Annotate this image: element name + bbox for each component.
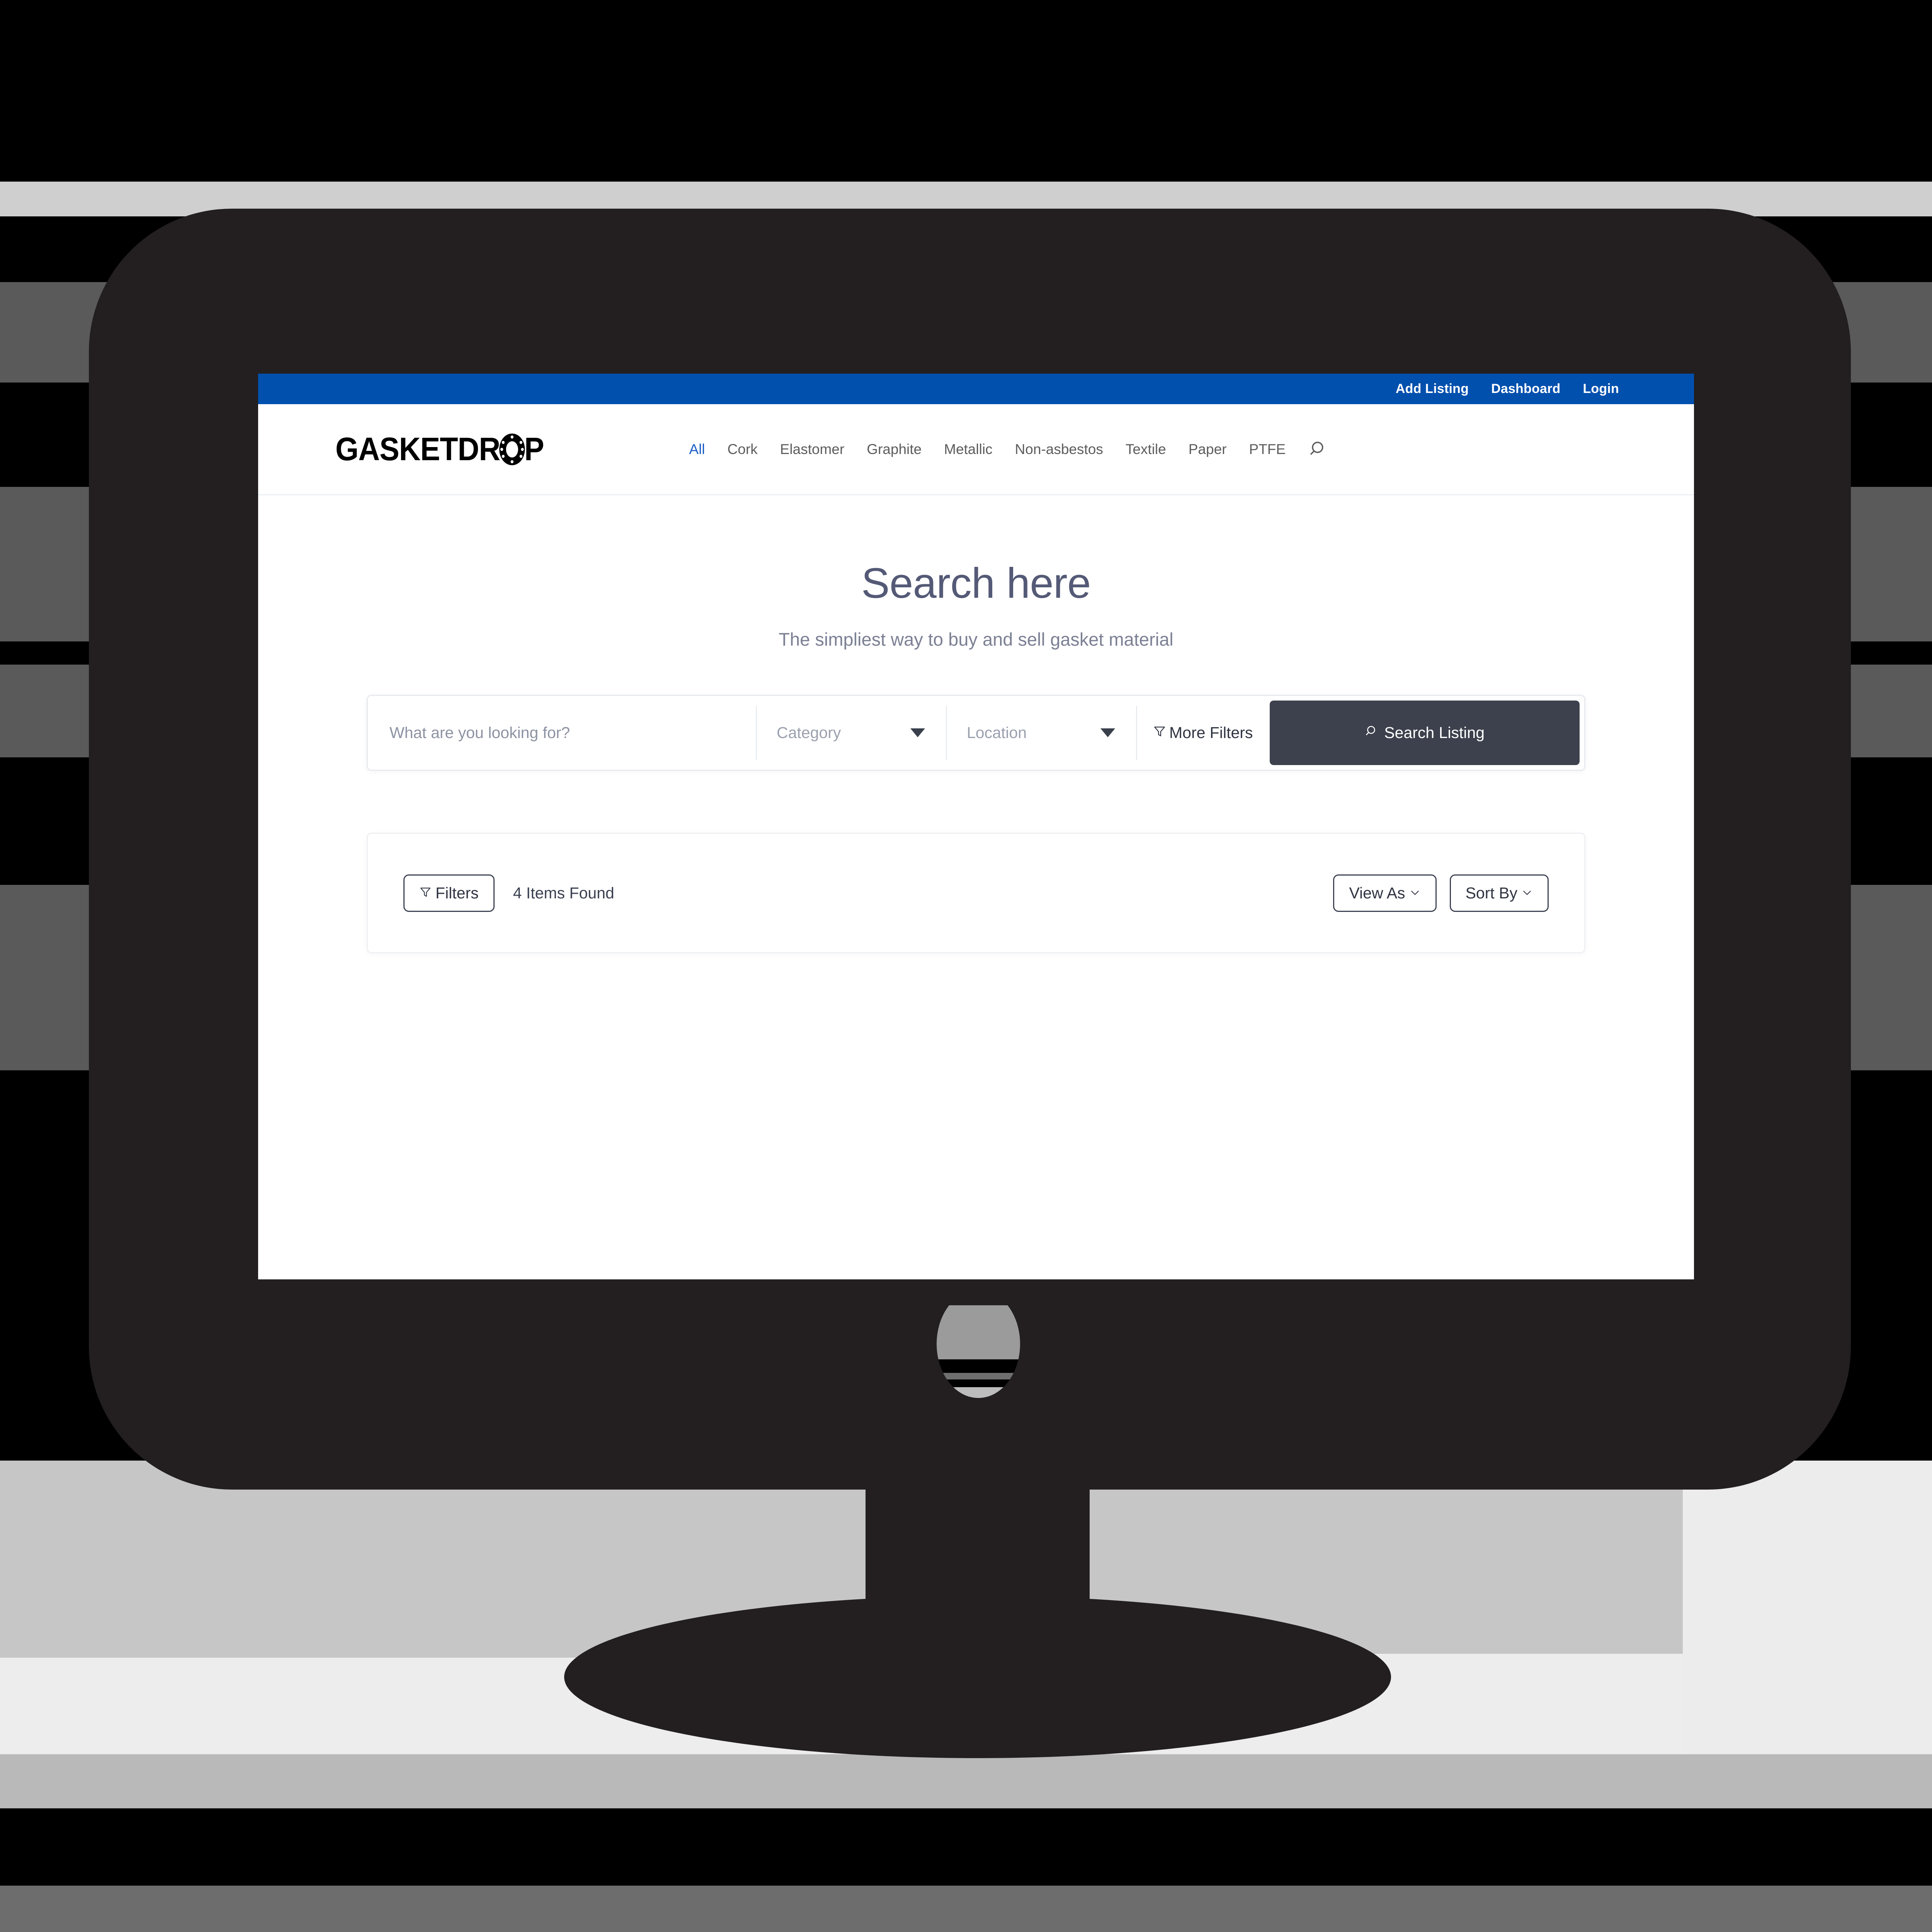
search-input[interactable]	[389, 723, 735, 742]
sort-by-label: Sort By	[1465, 884, 1517, 902]
nav-item-elastomer[interactable]: Elastomer	[769, 441, 856, 457]
backdrop-band	[0, 0, 1932, 182]
category-select-label: Category	[777, 724, 841, 742]
nav-item-non-asbestos[interactable]: Non-asbestos	[1004, 441, 1114, 457]
view-as-label: View As	[1349, 884, 1405, 902]
nav-item-graphite[interactable]: Graphite	[855, 441, 933, 457]
hero-section: Search here The simpliest way to buy and…	[258, 495, 1694, 650]
logo-text-p: P	[524, 431, 544, 467]
search-widget: Category Location More Filters	[367, 695, 1585, 771]
login-link[interactable]: Login	[1583, 381, 1619, 396]
header-search-icon[interactable]	[1309, 440, 1328, 459]
monitor-webcam-badge	[928, 1286, 1029, 1402]
logo-text-gasketdr: GASKETDR	[335, 431, 500, 467]
search-listing-button[interactable]: Search Listing	[1270, 701, 1580, 765]
monitor-screen: Add Listing Dashboard Login GASKETDR P A…	[258, 374, 1694, 1279]
nav-item-all[interactable]: All	[678, 441, 716, 457]
backdrop-band	[0, 1754, 1932, 1808]
chevron-down-icon	[910, 728, 925, 737]
sort-by-button[interactable]: Sort By	[1449, 874, 1549, 912]
site-logo[interactable]: GASKETDR P	[335, 430, 544, 468]
nav-item-metallic[interactable]: Metallic	[933, 441, 1003, 457]
chevron-down-icon	[1521, 884, 1533, 902]
view-as-button[interactable]: View As	[1333, 874, 1437, 912]
funnel-icon	[419, 884, 432, 902]
search-icon	[1365, 724, 1379, 742]
keyword-field[interactable]	[368, 696, 756, 770]
nav-item-cork[interactable]: Cork	[716, 441, 769, 457]
results-toolbar-right: View As Sort By	[1333, 874, 1549, 912]
location-select[interactable]: Location	[946, 696, 1136, 770]
nav-item-textile[interactable]: Textile	[1114, 441, 1177, 457]
gasket-flange-icon	[499, 433, 526, 466]
add-listing-link[interactable]: Add Listing	[1396, 381, 1469, 396]
page-title: Search here	[861, 560, 1091, 607]
items-found-count: 4 Items Found	[513, 884, 614, 902]
backdrop-right-panel	[1683, 1461, 1932, 1754]
top-utility-bar: Add Listing Dashboard Login	[258, 374, 1694, 404]
dashboard-link[interactable]: Dashboard	[1491, 381, 1560, 396]
location-select-label: Location	[967, 724, 1027, 742]
more-filters-label: More Filters	[1169, 724, 1253, 742]
page-subtitle: The simpliest way to buy and sell gasket…	[779, 629, 1173, 650]
main-navigation: All Cork Elastomer Graphite Metallic Non…	[678, 440, 1619, 459]
funnel-icon	[1153, 724, 1166, 742]
backdrop-band	[0, 1808, 1932, 1886]
more-filters-button[interactable]: More Filters	[1136, 696, 1270, 770]
backdrop-band	[0, 1886, 1932, 1932]
web-page: Add Listing Dashboard Login GASKETDR P A…	[258, 374, 1694, 1279]
search-listing-label: Search Listing	[1384, 724, 1485, 742]
results-toolbar: Filters 4 Items Found View As Sort By	[367, 833, 1585, 953]
category-select[interactable]: Category	[756, 696, 946, 770]
site-header: GASKETDR P All Cork Elastomer Graphite M…	[258, 404, 1694, 495]
nav-item-paper[interactable]: Paper	[1177, 441, 1238, 457]
filters-label: Filters	[435, 884, 479, 902]
filters-button[interactable]: Filters	[403, 874, 495, 912]
chevron-down-icon	[1409, 884, 1421, 902]
chevron-down-icon	[1100, 728, 1115, 737]
nav-item-ptfe[interactable]: PTFE	[1238, 441, 1297, 457]
